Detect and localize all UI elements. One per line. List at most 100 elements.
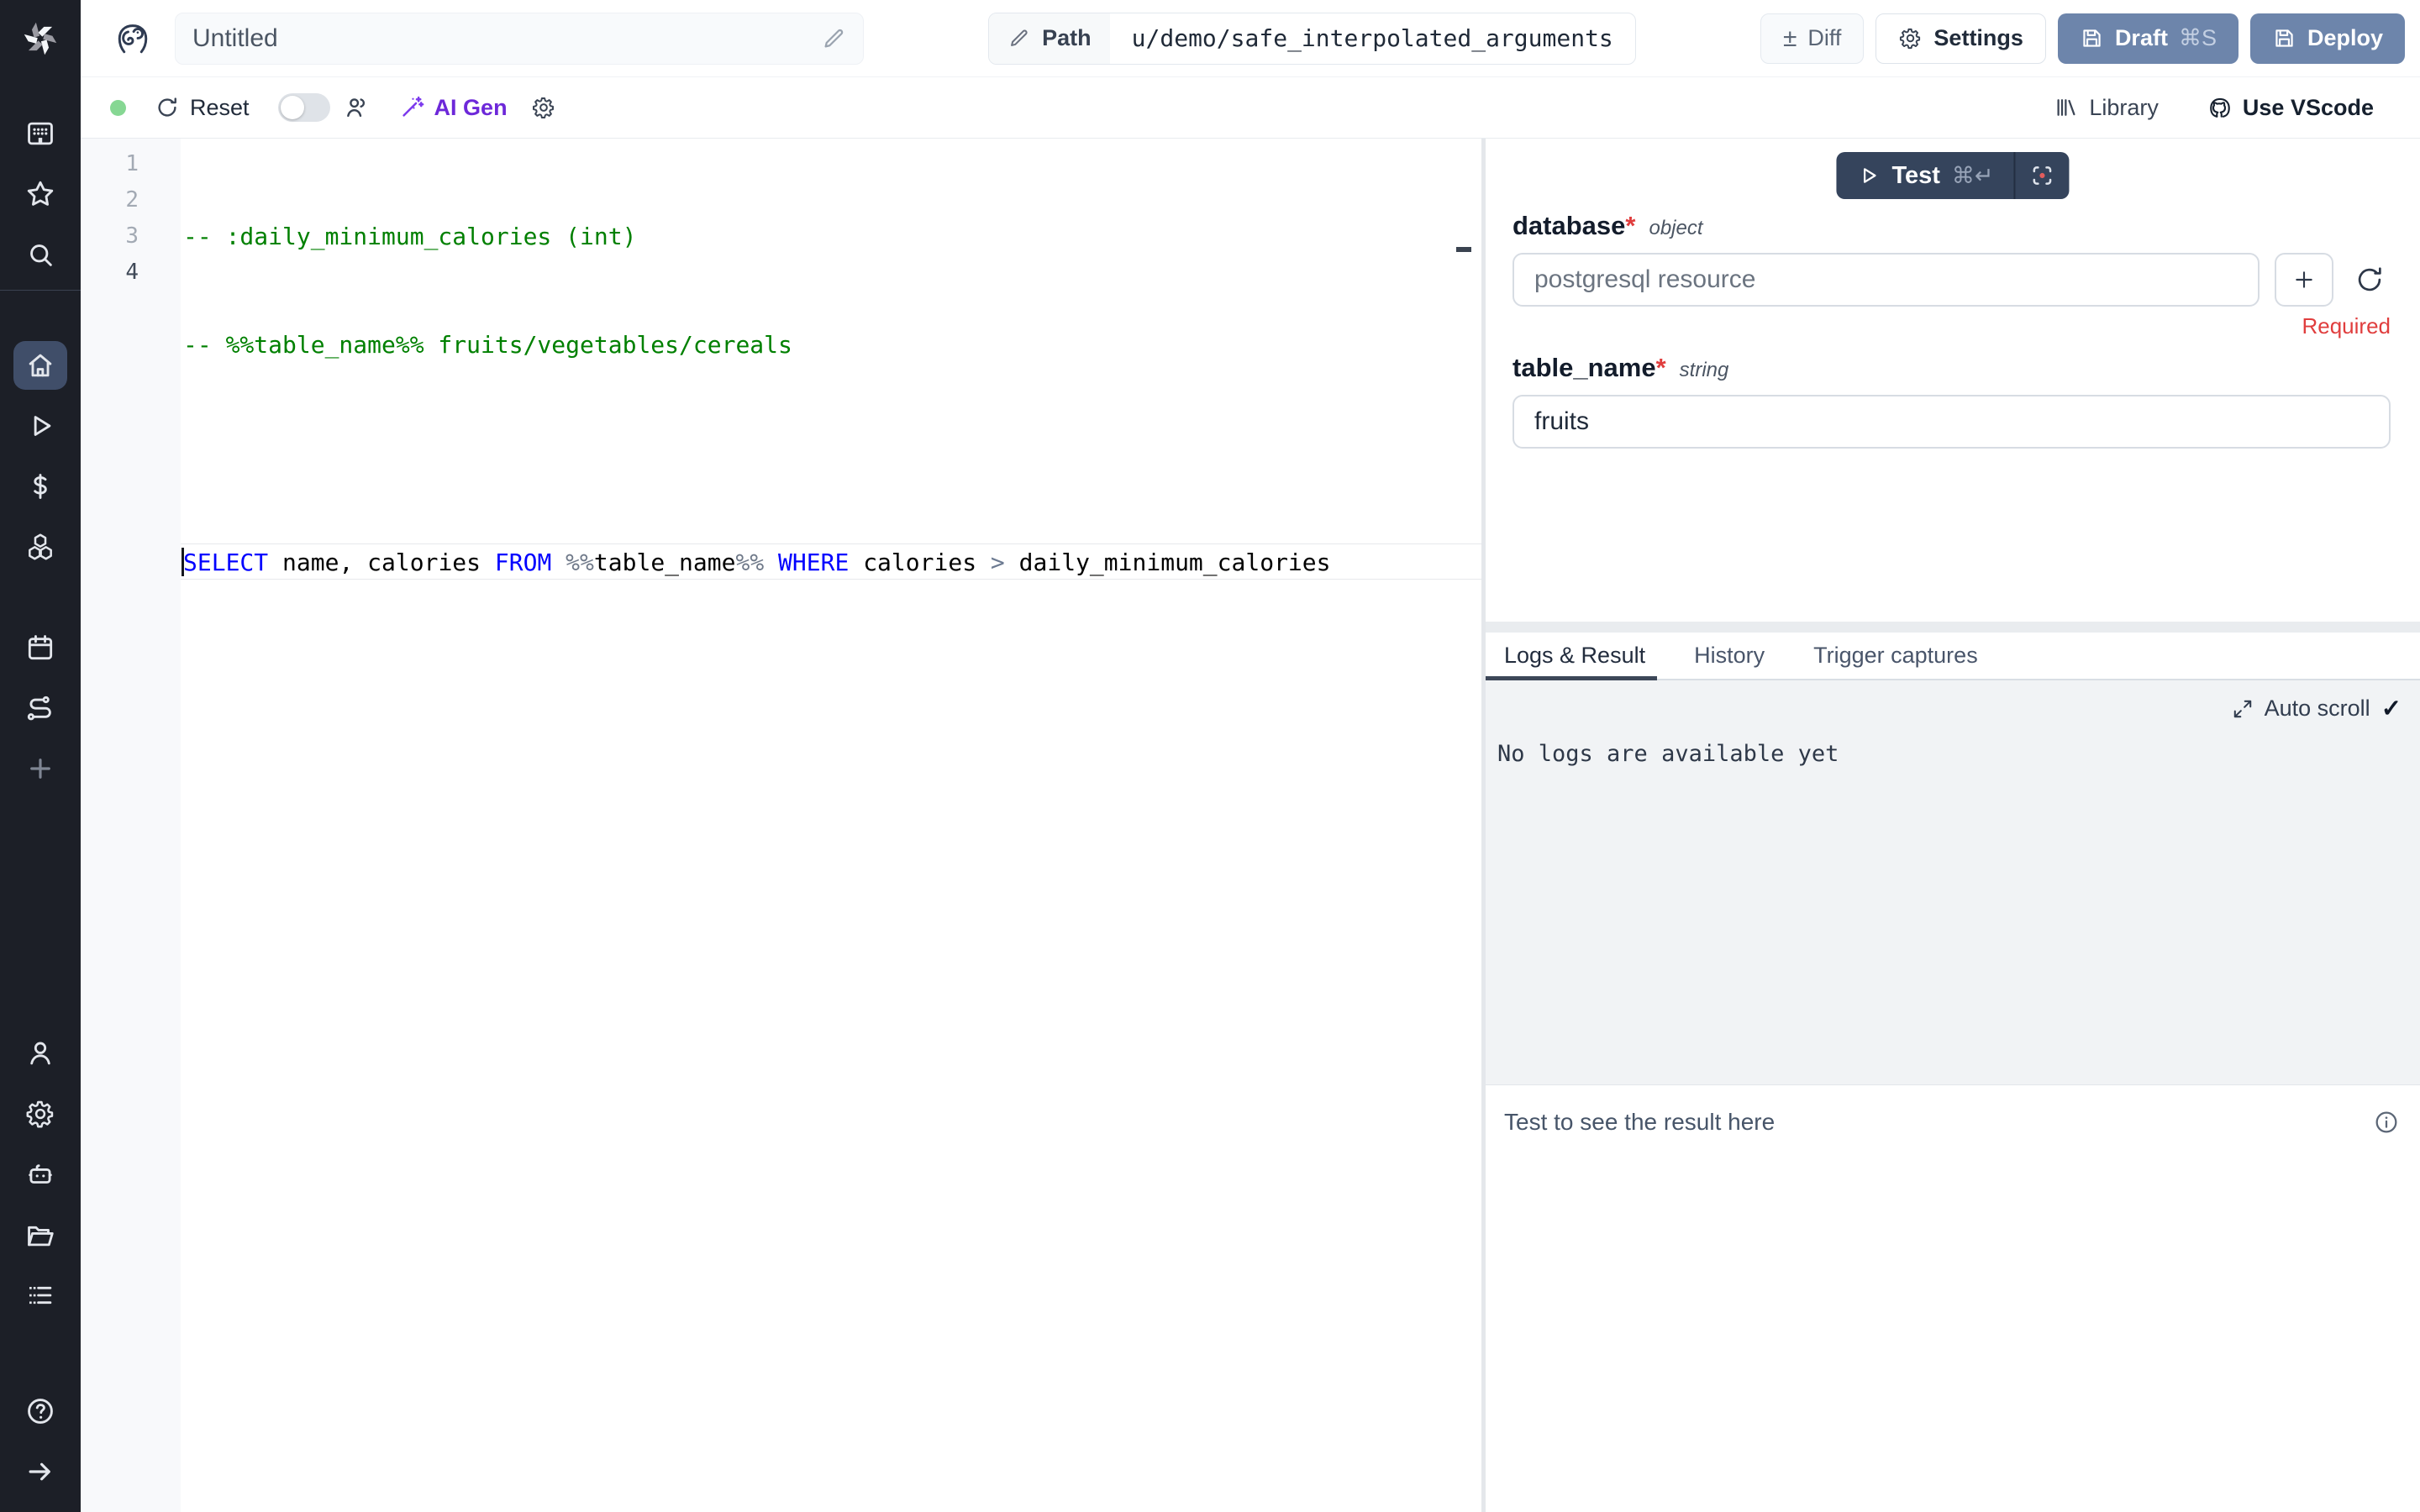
comment-token: -- %%table_name%% fruits/vegetables/cere… [183, 331, 792, 359]
field-label-database: database * object [1512, 211, 2391, 241]
editor-settings-button[interactable] [531, 95, 556, 120]
users-icon[interactable] [344, 94, 371, 121]
tab-logs-result[interactable]: Logs & Result [1504, 633, 1645, 679]
gear-icon [24, 1098, 56, 1130]
line-number-active: 4 [81, 255, 139, 291]
sidebar-item-flows[interactable] [0, 678, 81, 738]
edit-title-pencil-icon[interactable] [821, 26, 846, 51]
active-pill [13, 341, 67, 390]
run-form: Test ⌘↵ [1486, 139, 2420, 622]
toggle-knob [281, 96, 304, 119]
path-field[interactable]: Path u/demo/safe_interpolated_arguments [988, 13, 1636, 65]
star-icon [24, 178, 56, 210]
interpolation-token: %% [566, 549, 594, 576]
operator-token: > [991, 549, 1005, 576]
sidebar-item-schedules[interactable] [0, 617, 81, 678]
code-area[interactable]: -- :daily_minimum_calories (int) -- %%ta… [181, 139, 1481, 1512]
capture-button[interactable] [2016, 162, 2070, 189]
result-panel: Test to see the result here [1486, 1085, 2420, 1512]
sidebar-bottom-group [0, 1023, 81, 1512]
path-label-segment: Path [989, 13, 1110, 64]
folder-icon [24, 1219, 56, 1251]
diff-button[interactable]: ± Diff [1760, 13, 1864, 64]
expand-icon [2232, 698, 2254, 720]
test-button[interactable]: Test ⌘↵ [1836, 152, 2069, 199]
content: 1 2 3 4 -- :daily_minimum_calories (int)… [81, 139, 2420, 1512]
result-hint: Test to see the result here [1504, 1109, 1775, 1136]
sidebar-item-search[interactable] [0, 224, 81, 285]
sidebar-item-apps[interactable] [0, 103, 81, 164]
play-icon [24, 410, 56, 442]
table-name-input[interactable] [1512, 395, 2391, 449]
library-label: Library [2089, 95, 2159, 121]
sidebar-item-folders[interactable] [0, 1205, 81, 1265]
wand-sparkles-icon [399, 95, 424, 120]
code-token: calories [849, 549, 991, 576]
plus-icon [24, 753, 56, 785]
sidebar-item-resources[interactable] [0, 517, 81, 577]
save-icon [2080, 26, 2104, 50]
tab-history[interactable]: History [1694, 633, 1765, 679]
audit-list-icon [24, 1279, 56, 1311]
sidebar-item-expand[interactable] [0, 1441, 81, 1502]
deploy-button[interactable]: Deploy [2250, 13, 2405, 64]
sidebar-item-favorites[interactable] [0, 164, 81, 224]
test-button-main: Test ⌘↵ [1836, 162, 2013, 190]
line-number: 2 [81, 182, 139, 218]
schema-form: database * object [1512, 211, 2391, 449]
sidebar-item-variables[interactable] [0, 456, 81, 517]
postgresql-icon [114, 20, 151, 57]
test-label: Test [1891, 162, 1939, 190]
comment-token: -- :daily_minimum_calories (int) [183, 223, 636, 250]
field-name: table_name [1512, 353, 1656, 383]
draft-shortcut: ⌘S [2179, 25, 2217, 51]
info-icon [2373, 1109, 2400, 1136]
sidebar-item-runs[interactable] [0, 396, 81, 456]
use-vscode-label: Use VScode [2243, 95, 2374, 121]
database-input[interactable] [1512, 253, 2260, 307]
sidebar-item-user[interactable] [0, 1023, 81, 1084]
ai-gen-label: AI Gen [434, 95, 508, 121]
apps-window-icon [24, 118, 56, 150]
sidebar-item-home[interactable] [0, 335, 81, 396]
code-token: table_name [594, 549, 736, 576]
gear-icon [531, 95, 556, 120]
tab-trigger-captures[interactable]: Trigger captures [1813, 633, 1978, 679]
status-dot [110, 100, 126, 116]
sidebar-item-workers[interactable] [0, 1144, 81, 1205]
capture-icon [2029, 162, 2056, 189]
sidebar-item-help[interactable] [0, 1381, 81, 1441]
scrollbar-cursor-marker [1456, 247, 1471, 252]
path-label: Path [1042, 25, 1092, 51]
library-button[interactable]: Library [2054, 95, 2159, 121]
settings-button[interactable]: Settings [1876, 13, 2046, 64]
diff-mode-toggle[interactable] [278, 93, 330, 122]
route-icon [24, 692, 56, 724]
auto-scroll-label: Auto scroll [2265, 696, 2370, 722]
refresh-resources-button[interactable] [2349, 264, 2391, 296]
sidebar-item-add[interactable] [0, 738, 81, 799]
code-editor[interactable]: 1 2 3 4 -- :daily_minimum_calories (int)… [81, 139, 1481, 1512]
line-number: 1 [81, 146, 139, 182]
script-title: Untitled [192, 24, 278, 53]
toolbar-right-group: Library Use VScode [2054, 95, 2374, 121]
ai-gen-button[interactable]: AI Gen [399, 95, 508, 121]
refresh-icon [155, 95, 180, 120]
sidebar-item-audit-logs[interactable] [0, 1265, 81, 1326]
use-vscode-button[interactable]: Use VScode [2207, 95, 2374, 121]
required-asterisk: * [1625, 211, 1635, 241]
text-cursor [182, 548, 184, 576]
auto-scroll-toggle[interactable]: Auto scroll ✓ [2232, 694, 2402, 723]
info-button[interactable] [2373, 1109, 2400, 1138]
sidebar-divider [0, 290, 81, 291]
arrow-right-icon [24, 1456, 56, 1488]
add-resource-button[interactable] [2275, 253, 2333, 307]
robot-icon [24, 1158, 56, 1190]
reset-button[interactable]: Reset [155, 95, 250, 121]
windmill-logo[interactable] [0, 0, 81, 77]
deploy-label: Deploy [2307, 25, 2383, 51]
script-title-field[interactable]: Untitled [175, 13, 864, 65]
draft-button[interactable]: Draft ⌘S [2058, 13, 2238, 64]
horizontal-splitter[interactable] [1486, 622, 2420, 633]
sidebar-item-settings[interactable] [0, 1084, 81, 1144]
